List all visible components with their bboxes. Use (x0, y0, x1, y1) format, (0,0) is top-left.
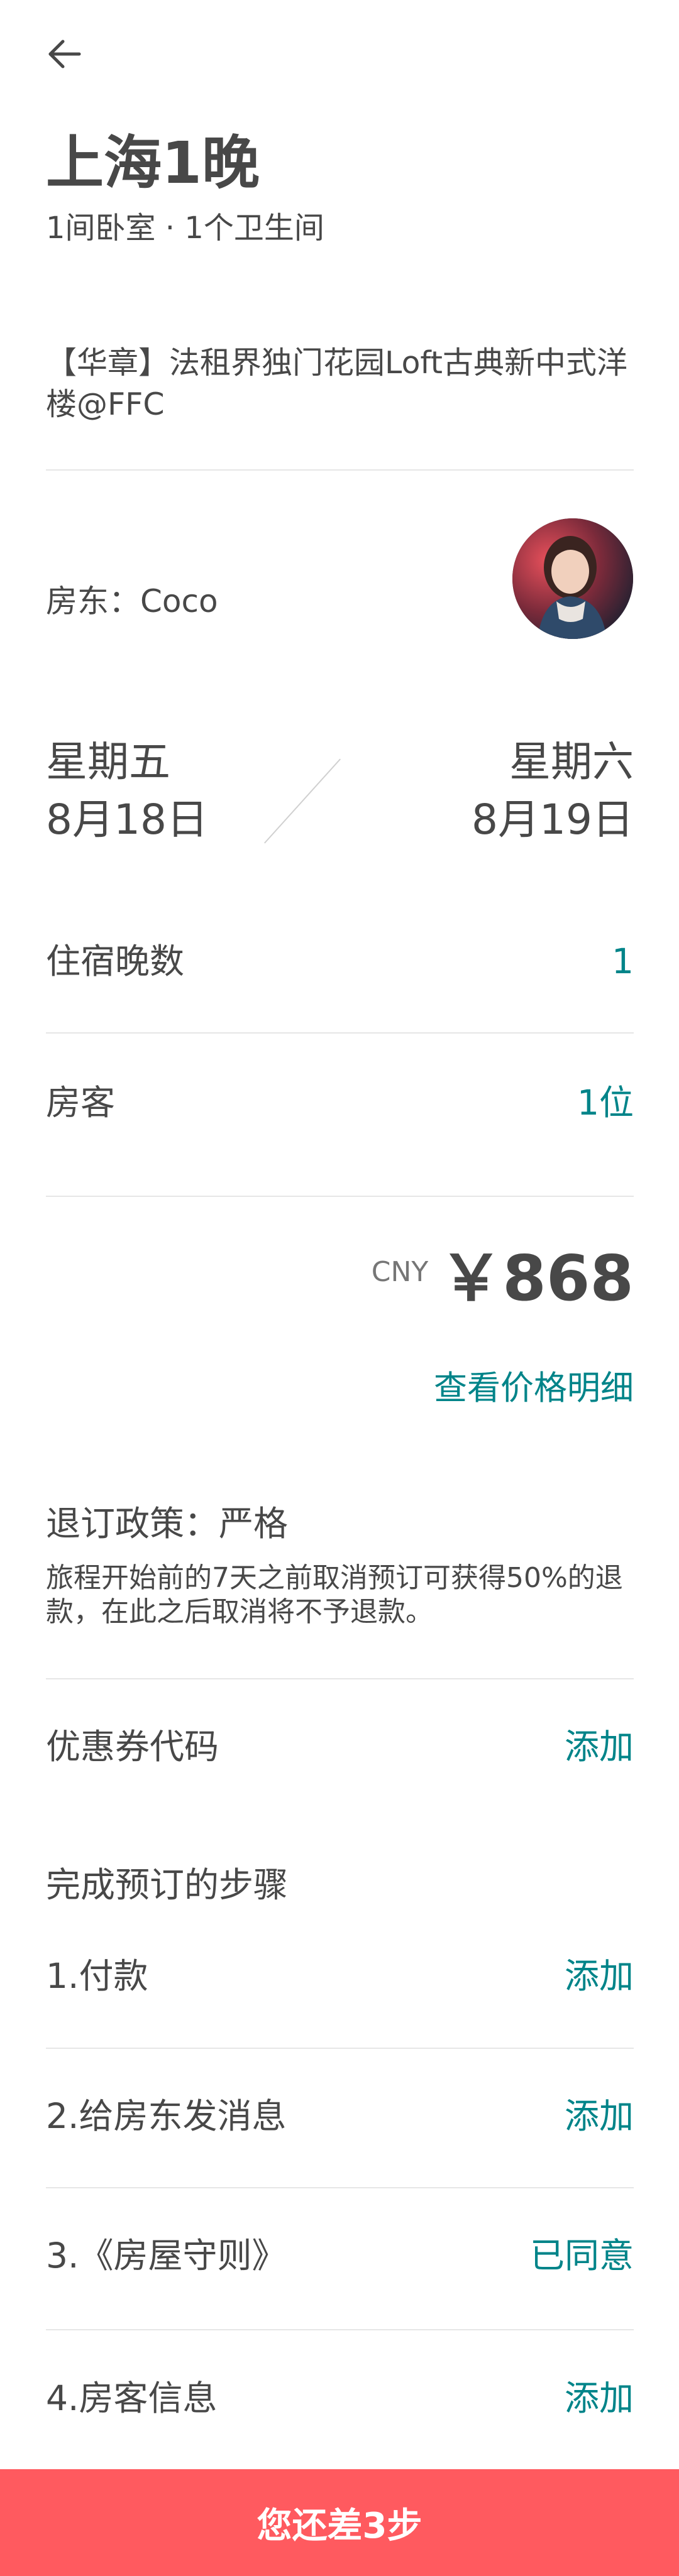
page-title: 上海1晚 (46, 129, 260, 197)
nights-value[interactable]: 1 (612, 939, 634, 983)
divider (46, 1032, 634, 1034)
checkout-day[interactable]: 星期六 (509, 735, 634, 789)
step-payment-action[interactable]: 添加 (565, 1954, 634, 1998)
host-label: 房东：Coco (46, 583, 218, 619)
step-house-rules-label: 3.《房屋守则》 (46, 2235, 287, 2276)
nights-label: 住宿晚数 (46, 941, 185, 981)
divider (46, 1196, 634, 1197)
cancellation-policy-title[interactable]: 退订政策：严格 (46, 1502, 288, 1546)
price-amount: ￥868 (439, 1242, 634, 1315)
step-message-host-label: 2.给房东发消息 (46, 2096, 287, 2136)
remaining-steps-button[interactable]: 您还差3步 (0, 2469, 679, 2576)
date-separator (264, 758, 341, 844)
host-avatar-image (512, 518, 633, 639)
coupon-add-button[interactable]: 添加 (565, 1725, 634, 1769)
remaining-steps-label: 您还差3步 (257, 2505, 422, 2546)
step-house-rules-status[interactable]: 已同意 (530, 2234, 634, 2278)
arrow-left-icon (48, 40, 81, 68)
booking-page: 上海1晚 1间卧室 · 1个卫生间 【华章】法租界独门花园Loft古典新中式洋楼… (0, 0, 679, 2576)
divider (46, 2048, 634, 2049)
price-currency: CNY (371, 1256, 429, 1288)
checkin-date[interactable]: 8月18日 (46, 793, 208, 847)
divider (46, 1678, 634, 1679)
listing-name[interactable]: 【华章】法租界独门花园Loft古典新中式洋楼@FFC (46, 342, 637, 425)
back-button[interactable] (44, 35, 88, 79)
checkout-date[interactable]: 8月19日 (472, 793, 634, 847)
cancellation-policy-description: 旅程开始前的7天之前取消预订可获得50%的退款，在此之后取消将不予退款。 (46, 1562, 623, 1628)
steps-title: 完成预订的步骤 (46, 1865, 289, 1905)
divider (46, 469, 634, 471)
guests-value[interactable]: 1位 (577, 1081, 634, 1125)
step-message-host-action[interactable]: 添加 (565, 2094, 634, 2138)
checkin-day[interactable]: 星期五 (46, 735, 170, 789)
divider (46, 2187, 634, 2188)
guests-label: 房客 (46, 1083, 116, 1123)
price-details-link[interactable]: 查看价格明细 (434, 1367, 634, 1411)
listing-subtitle: 1间卧室 · 1个卫生间 (46, 210, 324, 246)
step-payment-label: 1.付款 (46, 1956, 148, 1996)
step-guest-info-action[interactable]: 添加 (565, 2376, 634, 2420)
price-total: CNY ￥868 (372, 1241, 634, 1316)
divider (46, 2329, 634, 2330)
step-guest-info-label: 4.房客信息 (46, 2378, 218, 2418)
host-avatar[interactable] (512, 518, 633, 639)
coupon-label: 优惠券代码 (46, 1727, 219, 1767)
